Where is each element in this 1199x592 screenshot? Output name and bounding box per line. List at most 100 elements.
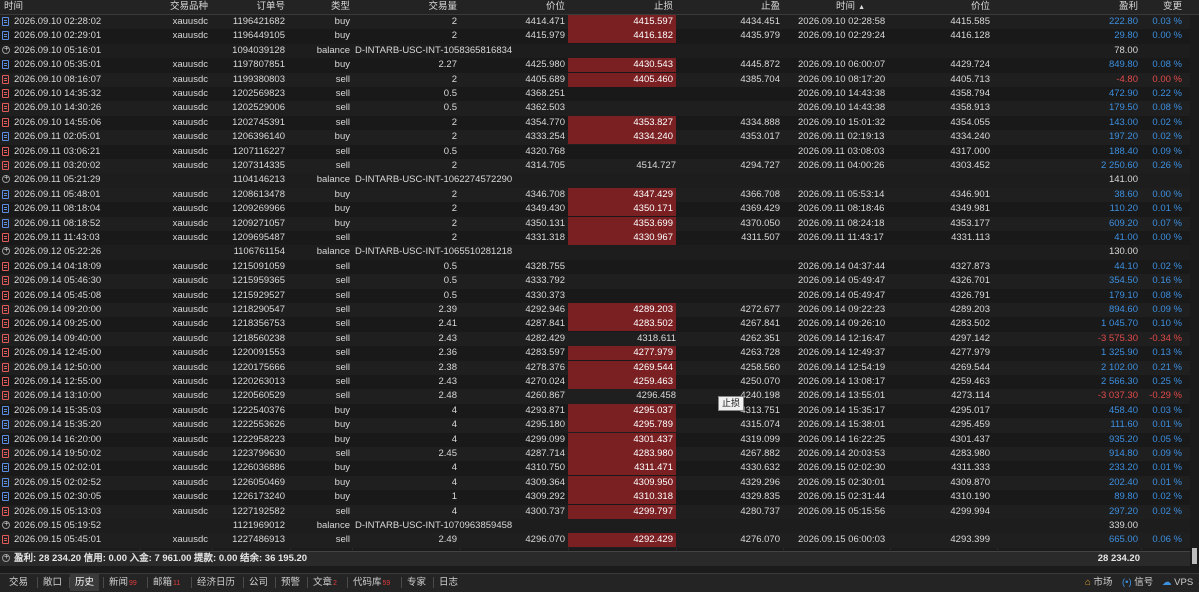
table-row[interactable]: 2026.09.14 12:55:00 1220263013 sell xauusdc… xyxy=(0,375,1190,390)
header-price[interactable]: 价位 xyxy=(462,0,565,14)
table-row[interactable]: 2026.09.10 02:28:02 1196421682 buy xauusdc 2… xyxy=(0,15,1190,30)
cell-volume: 0.5 xyxy=(443,289,457,301)
cell-tp: 4272.677 xyxy=(740,304,780,315)
table-row[interactable]: 2026.09.14 09:25:00 1218356753 sell xauusdc… xyxy=(0,317,1190,332)
table-row[interactable]: 2026.09.11 03:06:21 1207116227 sell xauusdc… xyxy=(0,144,1190,159)
cell-profit: 849.80 xyxy=(1108,59,1138,71)
table-row[interactable]: 2026.09.10 02:29:01 1196449105 buy xauusdc 2… xyxy=(0,29,1190,44)
cell-order: 1218356753 xyxy=(232,318,285,330)
cell-profit: 894.60 xyxy=(1108,304,1138,315)
balance-row[interactable]: 2026.09.11 05:21:29 1104146213 balance D-IN… xyxy=(0,173,1190,188)
tab-3[interactable]: 新闻99 xyxy=(104,574,142,591)
cell-close-time: 2026.09.10 06:00:07 xyxy=(798,59,886,71)
table-row[interactable]: 2026.09.10 14:55:06 1202745391 sell xauusdc… xyxy=(0,115,1190,131)
balance-row[interactable]: 2026.09.12 05:22:26 1106761154 balance D-IN… xyxy=(0,245,1190,260)
tab-1[interactable]: 敞口 xyxy=(38,574,67,591)
cell-type: sell xyxy=(335,260,350,272)
cell-profit: 297.20 xyxy=(1108,505,1138,517)
cell-price: 4346.708 xyxy=(525,188,565,200)
cell-close-price: 4358.794 xyxy=(950,88,990,99)
cell-sl xyxy=(568,101,676,115)
table-row[interactable]: 2026.09.10 05:35:01 1197807851 buy xauusdc 2… xyxy=(0,58,1190,73)
cell-symbol: xauusdc xyxy=(172,232,208,243)
table-row[interactable]: 2026.09.14 12:50:00 1220175666 sell xauusdc… xyxy=(0,360,1190,375)
balance-row[interactable]: 2026.09.10 05:16:01 1094039128 balance D-IN… xyxy=(0,43,1190,59)
table-row[interactable]: 2026.09.15 02:30:05 1226173240 buy xauusdc 1… xyxy=(0,490,1190,505)
table-row[interactable]: 2026.09.11 02:05:01 1206396140 buy xauusdc 2… xyxy=(0,130,1190,145)
signals-status[interactable]: (•) 信号 xyxy=(1122,574,1153,591)
table-row[interactable]: 2026.09.14 09:20:00 1218290547 sell xauusdc… xyxy=(0,303,1190,318)
table-row[interactable]: 2026.09.11 05:48:01 1208613478 buy xauusdc 2… xyxy=(0,187,1190,203)
cell-profit: -4.80 xyxy=(1116,73,1138,85)
table-row[interactable]: 2026.09.14 16:20:00 1222958223 buy xauusdc 4… xyxy=(0,432,1190,447)
cell-change: 0.00 % xyxy=(1152,30,1182,42)
tab-11[interactable]: 日志 xyxy=(434,574,463,591)
cell-change: 0.00 % xyxy=(1152,188,1182,200)
table-row[interactable]: 2026.09.14 15:35:20 1222553626 buy xauusdc 4… xyxy=(0,418,1190,433)
tab-9[interactable]: 代码库59 xyxy=(348,574,395,591)
cell-time: 2026.09.15 05:19:52 xyxy=(14,520,102,531)
tab-4[interactable]: 邮箱11 xyxy=(148,574,185,591)
signal-icon: (•) xyxy=(1122,577,1132,588)
header-symbol[interactable]: 交易品种 xyxy=(140,0,208,14)
sell-deal-icon xyxy=(2,146,9,156)
table-row[interactable]: 2026.09.15 05:45:01 1227486913 sell xauusdc… xyxy=(0,533,1190,548)
header-tp[interactable]: 止盈 xyxy=(678,0,780,14)
tab-label: 代码库 xyxy=(353,577,382,588)
tab-7[interactable]: 预警 xyxy=(276,574,305,591)
table-row[interactable]: 2026.09.10 14:35:32 1202569823 sell xauusdc… xyxy=(0,87,1190,102)
tab-2[interactable]: 历史 xyxy=(70,574,100,591)
table-row[interactable]: 2026.09.14 19:50:02 1223799630 sell xauusdc… xyxy=(0,447,1190,462)
summary-text: 盈利: 28 234.20 信用: 0.00 入金: 7 961.00 提款: … xyxy=(14,553,308,564)
header-type[interactable]: 类型 xyxy=(290,0,350,14)
tab-10[interactable]: 专家 xyxy=(402,574,431,591)
cell-time: 2026.09.10 14:30:26 xyxy=(14,102,102,114)
table-row[interactable]: 2026.09.10 08:16:07 1199380803 sell xauusdc… xyxy=(0,72,1190,87)
tab-5[interactable]: 经济日历 xyxy=(192,574,240,591)
table-row[interactable]: 2026.09.14 15:35:03 1222540376 buy xauusdc 4… xyxy=(0,403,1190,419)
tab-label: 日志 xyxy=(439,577,459,588)
header-order[interactable]: 订单号 xyxy=(215,0,285,14)
table-row[interactable]: 2026.09.14 04:18:09 1215091059 sell xauusdc… xyxy=(0,259,1190,275)
cell-volume: 2 xyxy=(451,203,457,215)
header-change[interactable]: 变更 xyxy=(1140,0,1182,14)
table-row[interactable]: 2026.09.11 08:18:52 1209271057 buy xauusdc 2… xyxy=(0,216,1190,231)
table-row[interactable]: 2026.09.15 02:02:01 1226036886 buy xauusdc 4… xyxy=(0,461,1190,476)
cell-change: -0.29 % xyxy=(1149,390,1182,402)
vertical-scrollbar[interactable] xyxy=(1190,15,1199,572)
table-row[interactable]: 2026.09.10 14:30:26 1202529006 sell xauusdc… xyxy=(0,101,1190,116)
header-close-price[interactable]: 价位 xyxy=(890,0,990,14)
header-close-time[interactable]: 时间 ▲ xyxy=(785,0,865,14)
tab-0[interactable]: 交易 xyxy=(4,574,33,591)
cell-change: 0.02 % xyxy=(1152,116,1182,128)
vps-status[interactable]: ☁ VPS xyxy=(1162,574,1193,591)
header-profit[interactable]: 盈利 xyxy=(1000,0,1138,14)
tab-6[interactable]: 公司 xyxy=(244,574,273,591)
table-row[interactable]: 2026.09.14 09:40:00 1218560238 sell xauusdc… xyxy=(0,331,1190,347)
cell-type: sell xyxy=(335,160,350,171)
cell-symbol: xauusdc xyxy=(172,304,208,315)
balance-row[interactable]: 2026.09.15 05:19:52 1121969012 balance D-IN… xyxy=(0,519,1190,534)
table-row[interactable]: 2026.09.11 11:43:03 1209695487 sell xauusdc… xyxy=(0,231,1190,246)
cell-close-price: 4295.459 xyxy=(950,419,990,431)
table-row[interactable]: 2026.09.11 08:18:04 1209269966 buy xauusdc 2… xyxy=(0,202,1190,217)
header-time[interactable]: 时间 xyxy=(4,0,23,14)
cell-volume: 4 xyxy=(451,505,457,517)
table-row[interactable]: 2026.09.15 05:13:03 1227192582 sell xauusdc… xyxy=(0,504,1190,519)
table-row[interactable]: 2026.09.14 13:10:00 1220560529 sell xauusdc… xyxy=(0,389,1190,404)
cell-time: 2026.09.15 02:02:01 xyxy=(14,462,102,474)
table-row[interactable]: 2026.09.14 12:45:00 1220091553 sell xauusdc… xyxy=(0,346,1190,361)
sell-deal-icon xyxy=(2,305,9,314)
tab-8[interactable]: 文章2 xyxy=(308,574,342,591)
table-row[interactable]: 2026.09.15 02:02:52 1226050469 buy xauusdc 4… xyxy=(0,475,1190,491)
header-sl[interactable]: 止损 xyxy=(570,0,673,14)
table-row[interactable]: 2026.09.11 03:20:02 1207314335 sell xauusdc… xyxy=(0,159,1190,174)
tab-separator xyxy=(243,577,244,588)
table-row[interactable]: 2026.09.14 05:45:08 1215929527 sell xauusdc… xyxy=(0,288,1190,303)
header-volume[interactable]: 交易量 xyxy=(355,0,457,14)
market-status[interactable]: ⌂ 市场 xyxy=(1085,574,1112,591)
scrollbar-thumb[interactable] xyxy=(1192,548,1197,564)
cell-order: 1208613478 xyxy=(232,188,285,200)
cell-close-price: 4346.901 xyxy=(950,188,990,200)
table-row[interactable]: 2026.09.14 05:46:30 1215959365 sell xauusdc… xyxy=(0,274,1190,289)
